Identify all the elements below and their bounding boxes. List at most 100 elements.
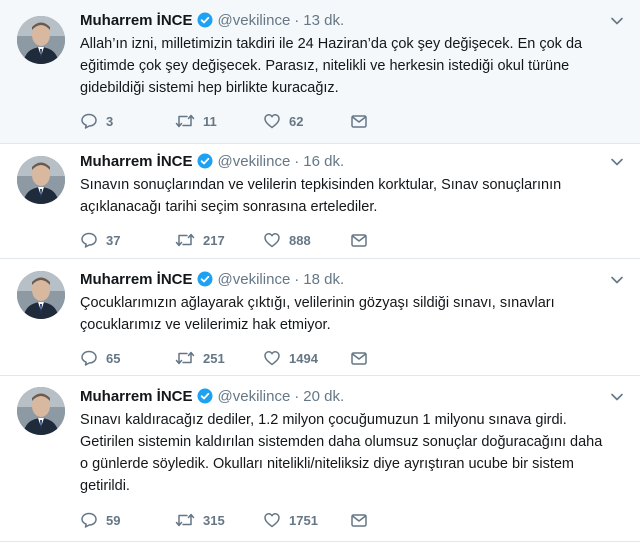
direct-message-button[interactable] (350, 511, 368, 529)
reply-count: 37 (106, 232, 121, 248)
direct-message-button[interactable] (350, 231, 368, 249)
like-count: 1751 (289, 512, 318, 528)
retweet-icon (175, 233, 195, 247)
separator-dot: · (294, 270, 300, 288)
like-button[interactable]: 888 (263, 231, 350, 249)
chevron-down-icon[interactable] (610, 155, 624, 169)
author-handle[interactable]: @vekilince (218, 388, 291, 405)
reply-icon (81, 512, 97, 528)
tweet-text-line: getirildi. (80, 478, 130, 494)
timestamp[interactable]: 13 dk. (303, 12, 344, 29)
like-button[interactable]: 62 (263, 112, 350, 130)
tweet-text-line: Getirilen sistemin kaldırılan sistemden … (80, 434, 603, 450)
verified-badge-icon (197, 271, 213, 287)
tweet-text-line: Sınavın sonuçlarından ve velilerin tepki… (80, 177, 562, 193)
retweet-icon (175, 513, 195, 527)
author-handle[interactable]: @vekilince (218, 153, 291, 170)
tweet[interactable]: Muharrem İNCE @vekilince · 18 dk. Çocukl… (0, 259, 640, 376)
heart-icon (264, 233, 280, 248)
tweet-actions: 3 11 62 (80, 111, 368, 131)
author-handle[interactable]: @vekilince (218, 12, 291, 29)
retweet-count: 251 (203, 350, 225, 366)
tweet-text: Sınavı kaldıracağız dediler, 1.2 milyon … (80, 409, 620, 497)
retweet-count: 315 (203, 512, 225, 528)
tweet-text-line: Sınavı kaldıracağız dediler, 1.2 milyon … (80, 412, 567, 428)
direct-message-button[interactable] (350, 112, 368, 130)
author-name[interactable]: Muharrem İNCE (80, 12, 193, 29)
like-count: 1494 (289, 350, 318, 366)
author-handle[interactable]: @vekilince (218, 271, 291, 288)
avatar[interactable] (17, 16, 65, 64)
tweet-feed: Muharrem İNCE @vekilince · 13 dk. Allah’… (0, 0, 640, 542)
like-count: 888 (289, 232, 311, 248)
reply-count: 65 (106, 350, 121, 366)
retweet-count: 11 (203, 113, 217, 129)
separator-dot: · (294, 11, 300, 29)
tweet[interactable]: Muharrem İNCE @vekilince · 13 dk. Allah’… (0, 0, 640, 144)
reply-icon (81, 350, 97, 366)
tweet[interactable]: Muharrem İNCE @vekilince · 16 dk. Sınavı… (0, 144, 640, 259)
retweet-icon (175, 114, 195, 128)
like-button[interactable]: 1751 (263, 511, 350, 529)
reply-button[interactable]: 59 (80, 511, 175, 529)
separator-dot: · (294, 152, 300, 170)
like-count: 62 (289, 113, 304, 129)
envelope-icon (351, 514, 367, 527)
timestamp[interactable]: 16 dk. (303, 153, 344, 170)
timestamp[interactable]: 18 dk. (303, 271, 344, 288)
avatar[interactable] (17, 271, 65, 319)
chevron-down-icon[interactable] (610, 273, 624, 287)
reply-button[interactable]: 65 (80, 349, 175, 367)
chevron-down-icon[interactable] (610, 390, 624, 404)
author-name[interactable]: Muharrem İNCE (80, 153, 193, 170)
reply-icon (81, 232, 97, 248)
author-name[interactable]: Muharrem İNCE (80, 388, 193, 405)
reply-button[interactable]: 37 (80, 231, 175, 249)
retweet-button[interactable]: 315 (175, 511, 263, 529)
reply-count: 59 (106, 512, 121, 528)
tweet-text-line: çocuklarımız ve velilerimiz hak etmiyor. (80, 317, 331, 333)
envelope-icon (351, 352, 367, 365)
tweet-text: Allah’ın izni, milletimizin takdiri ile … (80, 33, 620, 99)
tweet-actions: 65 251 1494 (80, 348, 368, 368)
envelope-icon (351, 234, 367, 247)
envelope-icon (351, 115, 367, 128)
verified-badge-icon (197, 153, 213, 169)
tweet-actions: 37 217 888 (80, 230, 368, 250)
retweet-count: 217 (203, 232, 225, 248)
tweet-header: Muharrem İNCE @vekilince · 20 dk. (80, 386, 344, 406)
author-name[interactable]: Muharrem İNCE (80, 271, 193, 288)
tweet-actions: 59 315 1751 (80, 510, 368, 530)
heart-icon (264, 351, 280, 366)
tweet-text: Çocuklarımızın ağlayarak çıktığı, velile… (80, 292, 620, 336)
tweet-text-line: gidebildiği sistemi hep birlikte kuracağ… (80, 80, 339, 96)
chevron-down-icon[interactable] (610, 14, 624, 28)
tweet-text-line: Allah’ın izni, milletimizin takdiri ile … (80, 36, 583, 52)
tweet[interactable]: Muharrem İNCE @vekilince · 20 dk. Sınavı… (0, 376, 640, 542)
heart-icon (264, 114, 280, 129)
verified-badge-icon (197, 12, 213, 28)
avatar[interactable] (17, 156, 65, 204)
timestamp[interactable]: 20 dk. (303, 388, 344, 405)
separator-dot: · (294, 387, 300, 405)
reply-icon (81, 113, 97, 129)
tweet-text-line: Çocuklarımızın ağlayarak çıktığı, velile… (80, 295, 555, 311)
avatar[interactable] (17, 387, 65, 435)
reply-button[interactable]: 3 (80, 112, 175, 130)
retweet-button[interactable]: 251 (175, 349, 263, 367)
tweet-text-line: eğitimde çok şey değişecek. Parasız, nit… (80, 58, 570, 74)
tweet-header: Muharrem İNCE @vekilince · 16 dk. (80, 151, 344, 171)
retweet-button[interactable]: 217 (175, 231, 263, 249)
retweet-icon (175, 351, 195, 365)
reply-count: 3 (106, 113, 114, 129)
tweet-header: Muharrem İNCE @vekilince · 13 dk. (80, 10, 344, 30)
tweet-header: Muharrem İNCE @vekilince · 18 dk. (80, 269, 344, 289)
like-button[interactable]: 1494 (263, 349, 350, 367)
direct-message-button[interactable] (350, 349, 368, 367)
tweet-text-line: açıklanacağı tarihi seçim sonrasına erte… (80, 199, 378, 215)
verified-badge-icon (197, 388, 213, 404)
heart-icon (264, 513, 280, 528)
retweet-button[interactable]: 11 (175, 112, 263, 130)
tweet-text-line: o günlerde söyledik. Okulları nitelikli/… (80, 456, 575, 472)
tweet-text: Sınavın sonuçlarından ve velilerin tepki… (80, 174, 620, 218)
